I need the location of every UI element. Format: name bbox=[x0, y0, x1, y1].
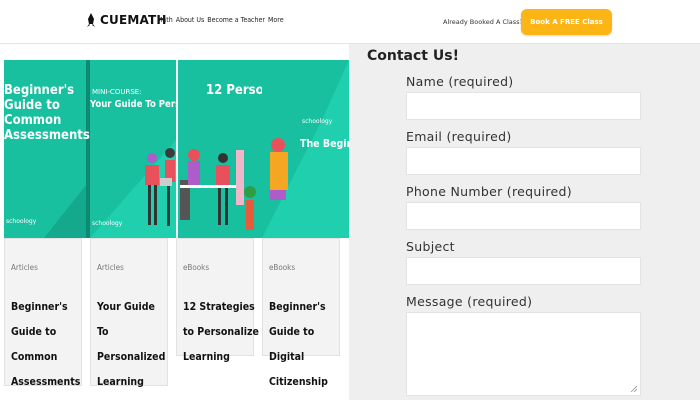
card-banner-2[interactable]: MINI-COURSE: Your Guide To Personalized … bbox=[90, 60, 176, 238]
card-title[interactable]: 12 Strategies to Personalize Learning bbox=[183, 295, 259, 370]
banner-brand: schoology bbox=[6, 218, 37, 225]
cuemath-logo[interactable]: CUEMATH bbox=[86, 13, 167, 27]
main-nav: Math About Us Become a Teacher More bbox=[157, 16, 284, 24]
nav-more[interactable]: More bbox=[268, 16, 284, 24]
name-label: Name (required) bbox=[406, 74, 514, 89]
card-title[interactable]: Your Guide To Personalized Learning bbox=[97, 295, 169, 395]
name-field[interactable] bbox=[406, 92, 641, 120]
top-navigation-bar: CUEMATH Math About Us Become a Teacher M… bbox=[0, 0, 700, 44]
email-label: Email (required) bbox=[406, 129, 512, 144]
banner-tag: MINI-COURSE: bbox=[92, 88, 142, 96]
nav-about-us[interactable]: About Us bbox=[176, 16, 205, 24]
nav-become-teacher[interactable]: Become a Teacher bbox=[207, 16, 265, 24]
message-label: Message (required) bbox=[406, 294, 533, 309]
resource-card-3[interactable]: eBooks 12 Strategies to Personalize Lear… bbox=[176, 238, 259, 363]
resource-cards: Beginner's Guide to Common Assessments s… bbox=[0, 44, 349, 400]
banner-brand: schoology bbox=[302, 118, 333, 125]
resize-handle-icon[interactable] bbox=[630, 385, 637, 392]
email-field[interactable] bbox=[406, 147, 641, 175]
subject-label: Subject bbox=[406, 239, 455, 254]
card-category: eBooks bbox=[269, 263, 296, 272]
card-banner-3[interactable]: 12 Personaliz Learning Stra bbox=[176, 60, 262, 238]
resource-card-2[interactable]: Articles Your Guide To Personalized Lear… bbox=[90, 238, 168, 388]
rocket-icon bbox=[87, 13, 95, 27]
email-input[interactable] bbox=[407, 148, 640, 174]
phone-field[interactable] bbox=[406, 202, 641, 230]
message-textarea[interactable] bbox=[406, 312, 641, 396]
card-category: Articles bbox=[11, 263, 38, 272]
banner-title: Beginner's Guide to Common Assessments bbox=[4, 83, 90, 143]
people-illustration bbox=[90, 140, 176, 238]
card-title[interactable]: Beginner's Guide to Common Assessments bbox=[11, 295, 83, 395]
card-category: eBooks bbox=[183, 263, 210, 272]
card-title[interactable]: Beginner's Guide to Digital Citizenship bbox=[269, 295, 345, 395]
resource-card-4[interactable]: eBooks Beginner's Guide to Digital Citiz… bbox=[262, 238, 340, 388]
already-booked-link[interactable]: Already Booked A Class? bbox=[443, 18, 523, 26]
name-input[interactable] bbox=[407, 93, 640, 119]
card-banner-1[interactable]: Beginner's Guide to Common Assessments s… bbox=[4, 60, 90, 238]
book-free-class-button[interactable]: Book A FREE Class bbox=[521, 9, 612, 35]
banner-brand: schoology bbox=[92, 220, 123, 227]
phone-input[interactable] bbox=[407, 203, 640, 229]
card-category: Articles bbox=[97, 263, 124, 272]
contact-title: Contact Us! bbox=[367, 48, 459, 64]
banner-title: Your Guide To Personalized L bbox=[90, 99, 176, 110]
resource-card-1[interactable]: Articles Beginner's Guide to Common Asse… bbox=[4, 238, 82, 388]
nav-math[interactable]: Math bbox=[157, 16, 173, 24]
contact-form-panel: Contact Us! Name (required) Email (requi… bbox=[349, 44, 700, 400]
banner-title: 12 Personaliz Learning Stra bbox=[206, 83, 262, 98]
card-banner-4[interactable]: schoology The Beginner's to Digital Citi… bbox=[262, 60, 349, 238]
subject-field[interactable] bbox=[406, 257, 641, 285]
subject-input[interactable] bbox=[407, 258, 640, 284]
banner-title: The Beginner's to Digital Citiz bbox=[300, 138, 349, 150]
phone-label: Phone Number (required) bbox=[406, 184, 572, 199]
